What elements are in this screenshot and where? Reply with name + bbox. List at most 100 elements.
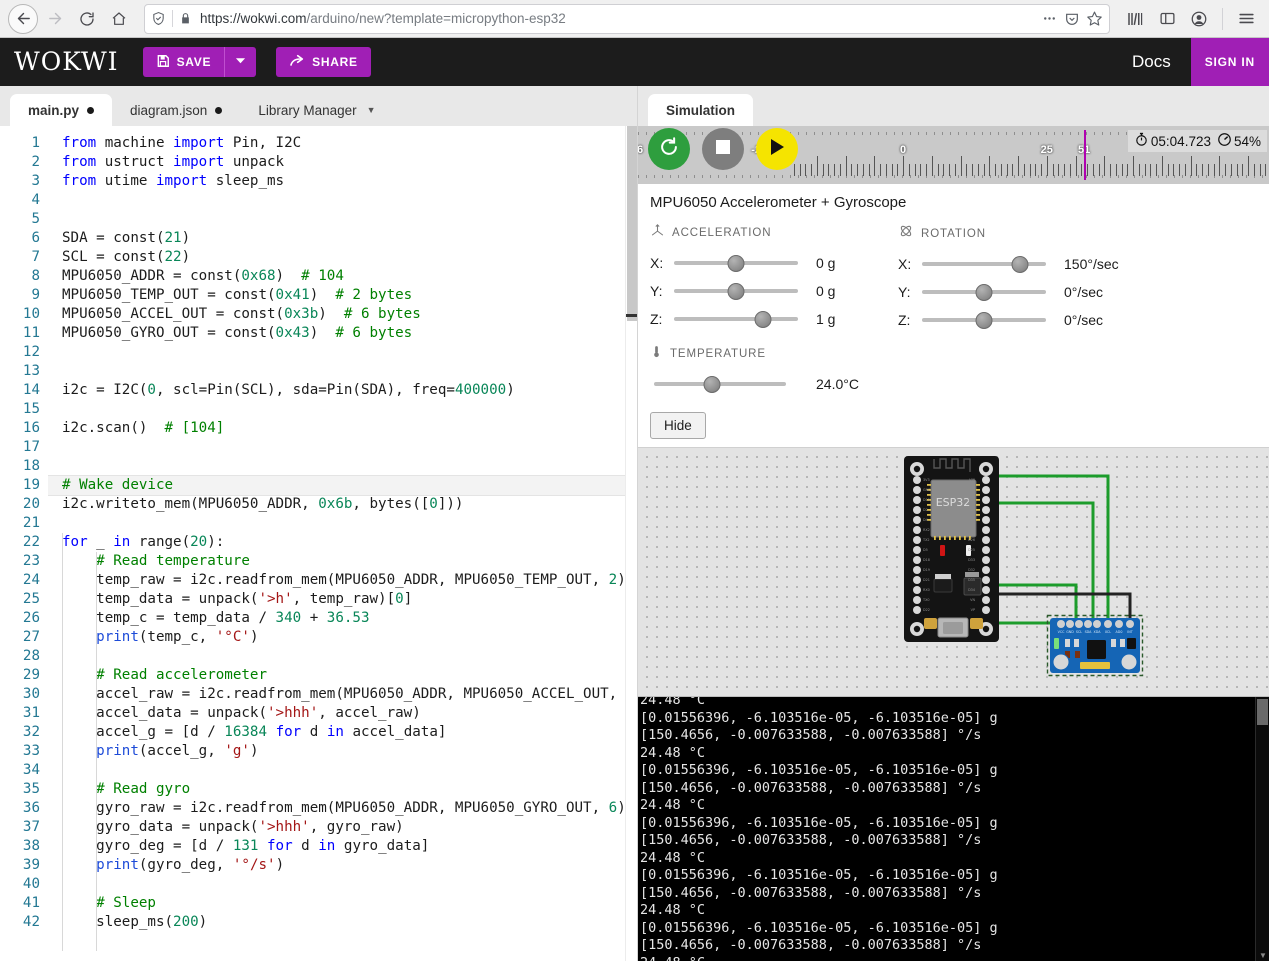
code-line[interactable]: MPU6050_GYRO_OUT = const(0x43) # 6 bytes bbox=[62, 324, 625, 343]
code-line[interactable]: print(temp_c, '°C') bbox=[62, 628, 625, 647]
play-button[interactable] bbox=[756, 128, 798, 170]
svg-text:D27: D27 bbox=[968, 528, 975, 532]
rotation-slider-z[interactable] bbox=[922, 311, 1046, 329]
editor-scrollbar[interactable] bbox=[625, 126, 637, 961]
code-line[interactable] bbox=[62, 343, 625, 362]
scroll-down-arrow[interactable]: ▼ bbox=[1259, 951, 1267, 960]
home-button[interactable] bbox=[104, 4, 134, 34]
slider-thumb[interactable] bbox=[703, 376, 721, 393]
code-line[interactable]: i2c.scan() # [104] bbox=[62, 419, 625, 438]
code-line[interactable] bbox=[62, 514, 625, 533]
editor-scrollbar-thumb[interactable] bbox=[627, 126, 637, 321]
page-actions-icon[interactable] bbox=[1041, 10, 1058, 27]
code-line[interactable]: for _ in range(20): bbox=[62, 533, 625, 552]
slider-thumb[interactable] bbox=[727, 283, 745, 300]
pocket-save-icon[interactable] bbox=[1064, 11, 1080, 27]
forward-button[interactable] bbox=[40, 4, 70, 34]
stop-button[interactable] bbox=[702, 128, 744, 170]
code-line[interactable] bbox=[62, 438, 625, 457]
console-scrollbar-thumb[interactable] bbox=[1257, 699, 1268, 725]
code-line[interactable]: temp_c = temp_data / 340 + 36.53 bbox=[62, 609, 625, 628]
account-button[interactable] bbox=[1184, 4, 1214, 34]
code-line[interactable]: # Wake device bbox=[48, 476, 625, 495]
code-line[interactable]: SDA = const(21) bbox=[62, 229, 625, 248]
editor-tab-diagram-json[interactable]: diagram.json bbox=[112, 94, 240, 126]
save-button[interactable]: SAVE bbox=[142, 47, 225, 77]
code-line[interactable]: print(accel_g, 'g') bbox=[62, 742, 625, 761]
address-bar[interactable]: https://wokwi.com/arduino/new?template=m… bbox=[144, 3, 1110, 34]
slider-thumb[interactable] bbox=[754, 311, 772, 328]
code-editor[interactable]: 1 2 3 4 5 6 7 8 9 10 11 12 13 14 15 16 17 18 19 20 21 22 23 24 2… bbox=[0, 126, 637, 961]
hide-button[interactable]: Hide bbox=[650, 412, 706, 439]
code-line[interactable]: sleep_ms(200) bbox=[62, 913, 625, 932]
code-line[interactable]: accel_raw = i2c.readfrom_mem(MPU6050_ADD… bbox=[62, 685, 625, 704]
library-button[interactable] bbox=[1120, 4, 1150, 34]
code-line[interactable]: from ustruct import unpack bbox=[62, 153, 625, 172]
code-line[interactable] bbox=[62, 362, 625, 381]
code-line[interactable]: MPU6050_TEMP_OUT = const(0x41) # 2 bytes bbox=[62, 286, 625, 305]
padlock-icon[interactable] bbox=[179, 12, 192, 25]
slider-thumb[interactable] bbox=[727, 255, 745, 272]
shield-icon[interactable] bbox=[151, 11, 166, 26]
code-line[interactable]: # Read accelerometer bbox=[62, 666, 625, 685]
esp32-board[interactable]: ESP32 3V3GNDD15D2D4RX2TX2D5D18D19D21RX0T… bbox=[904, 456, 999, 642]
docs-link[interactable]: Docs bbox=[1112, 52, 1191, 72]
code-line[interactable]: temp_data = unpack('>h', temp_raw)[0] bbox=[62, 590, 625, 609]
code-line[interactable]: print(gyro_deg, '°/s') bbox=[62, 856, 625, 875]
code-line[interactable]: accel_data = unpack('>hhh', accel_raw) bbox=[62, 704, 625, 723]
serial-console[interactable]: 24.48 °C [0.01556396, -6.103516e-05, -6.1… bbox=[638, 696, 1269, 961]
code-line[interactable]: # Read gyro bbox=[62, 780, 625, 799]
code-line[interactable]: # Sleep bbox=[62, 894, 625, 913]
reload-button[interactable] bbox=[72, 4, 102, 34]
slider-thumb[interactable] bbox=[975, 312, 993, 329]
circuit-diagram[interactable]: ESP32 3V3 GND D15 D2 D4 RX2 TX2 D5 D18 D… bbox=[638, 448, 1269, 696]
code-line[interactable]: from machine import Pin, I2C bbox=[62, 134, 625, 153]
code-line[interactable]: SCL = const(22) bbox=[62, 248, 625, 267]
code-line[interactable]: i2c.writeto_mem(MPU6050_ADDR, 0x6b, byte… bbox=[62, 495, 625, 514]
acceleration-slider-x[interactable] bbox=[674, 254, 798, 272]
signin-button[interactable]: SIGN IN bbox=[1190, 38, 1269, 86]
star-bookmark-icon[interactable] bbox=[1086, 10, 1103, 27]
tab-simulation[interactable]: Simulation bbox=[648, 94, 754, 126]
share-button[interactable]: SHARE bbox=[276, 47, 371, 77]
slider-thumb[interactable] bbox=[975, 284, 993, 301]
code-area[interactable]: 1 2 3 4 5 6 7 8 9 10 11 12 13 14 15 16 17 18 19 20 21 22 23 24 2… bbox=[0, 126, 625, 961]
code-line[interactable] bbox=[62, 400, 625, 419]
console-scrollbar[interactable]: ▲ ▼ bbox=[1255, 697, 1269, 961]
code-line[interactable] bbox=[62, 210, 625, 229]
ruler-minor-tick bbox=[834, 164, 835, 176]
code-line[interactable] bbox=[62, 875, 625, 894]
code-line[interactable] bbox=[62, 457, 625, 476]
code-line[interactable]: # Read temperature bbox=[62, 552, 625, 571]
code-line[interactable]: accel_g = [d / 16384 for d in accel_data… bbox=[62, 723, 625, 742]
rotation-slider-y[interactable] bbox=[922, 283, 1046, 301]
code-line[interactable]: from utime import sleep_ms bbox=[62, 172, 625, 191]
rotation-slider-x[interactable] bbox=[922, 255, 1046, 273]
save-dropdown-button[interactable] bbox=[224, 47, 257, 77]
code-line[interactable]: temp_raw = i2c.readfrom_mem(MPU6050_ADDR… bbox=[62, 571, 625, 590]
code-line[interactable]: MPU6050_ACCEL_OUT = const(0x3b) # 6 byte… bbox=[62, 305, 625, 324]
ruler-minor-tick bbox=[1253, 164, 1255, 176]
code-line[interactable] bbox=[62, 761, 625, 780]
code-line[interactable]: gyro_deg = [d / 131 for d in gyro_data] bbox=[62, 837, 625, 856]
code-line[interactable]: gyro_data = unpack('>hhh', gyro_raw) bbox=[62, 818, 625, 837]
code-line[interactable]: i2c = I2C(0, scl=Pin(SCL), sda=Pin(SDA),… bbox=[62, 381, 625, 400]
restart-button[interactable] bbox=[648, 128, 690, 170]
sidebar-button[interactable] bbox=[1152, 4, 1182, 34]
acceleration-slider-z[interactable] bbox=[674, 310, 798, 328]
slider-thumb[interactable] bbox=[1011, 256, 1029, 273]
acceleration-slider-y[interactable] bbox=[674, 282, 798, 300]
temperature-slider[interactable] bbox=[654, 375, 786, 393]
editor-tab-main-py[interactable]: main.py bbox=[10, 94, 113, 126]
timeline-ruler[interactable]: -25025516 bbox=[638, 126, 1269, 184]
code-line[interactable] bbox=[62, 647, 625, 666]
app-menu-button[interactable] bbox=[1231, 4, 1261, 34]
mpu6050-module[interactable]: VCC GND SCL SDA XDA XCL AD0 INT bbox=[1046, 614, 1144, 677]
chevron-down-icon[interactable]: ▼ bbox=[367, 105, 376, 115]
code-line[interactable]: gyro_raw = i2c.readfrom_mem(MPU6050_ADDR… bbox=[62, 799, 625, 818]
code-content[interactable]: from machine import Pin, I2C from ustruct… bbox=[48, 126, 625, 961]
code-line[interactable]: MPU6050_ADDR = const(0x68) # 104 bbox=[62, 267, 625, 286]
code-line[interactable] bbox=[62, 191, 625, 210]
editor-tab-library-manager[interactable]: Library Manager ▼ bbox=[240, 94, 393, 126]
back-button[interactable] bbox=[8, 3, 38, 34]
